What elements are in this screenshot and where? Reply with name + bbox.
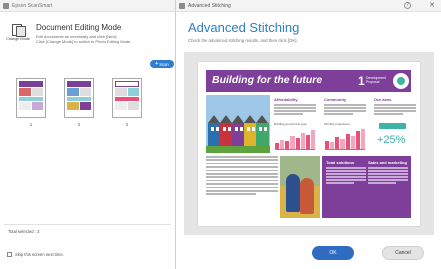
total-selected-label: Total selected : 3 — [8, 229, 40, 234]
scan-button-label: Scan — [159, 61, 169, 67]
house — [256, 115, 269, 147]
mode-header: Change Mode Document Editing Mode Edit d… — [6, 20, 171, 54]
doc-chart-bar — [335, 137, 340, 149]
page-thumbnail[interactable] — [112, 78, 142, 118]
doc-chart-bar — [305, 134, 310, 149]
doc-chart-bar — [345, 134, 350, 149]
doc-chart-bar — [295, 138, 300, 149]
thumbnail-list: 1 2 2 — [16, 78, 166, 130]
skip-screen-option[interactable]: Skip this screen next time. — [7, 252, 64, 257]
doc-chart-bar — [350, 135, 355, 149]
doc-chart-bar — [325, 140, 330, 149]
dialog-instructions: Check the advanced stitching results, an… — [188, 38, 298, 43]
plus-icon: + — [155, 61, 159, 67]
doc-stat-pill — [379, 123, 406, 129]
thumbnail-number: 1 — [29, 122, 33, 127]
doc-chart-title: Building growth this year — [274, 122, 307, 126]
dialog-heading: Advanced Stitching — [188, 20, 300, 35]
skip-checkbox[interactable] — [7, 252, 12, 257]
app-icon — [179, 2, 185, 9]
doc-column-community: Community — [324, 97, 366, 116]
doc-column-heading: Community — [324, 97, 346, 102]
scan-button[interactable]: + Scan — [150, 60, 174, 68]
doc-houses-photo — [206, 95, 270, 153]
mode-title: Document Editing Mode — [36, 23, 122, 32]
doc-panel-heading: Total solutions — [326, 160, 355, 165]
mode-description: Edit documents as necessary and click [N… — [36, 34, 171, 44]
doc-chart-bar — [355, 131, 360, 149]
doc-stat-value: +25% — [377, 134, 406, 146]
doc-banner-label: Development Proposal — [366, 76, 390, 85]
app-icon — [3, 2, 9, 9]
stitched-document-preview: Building for the future 1 Development Pr… — [198, 62, 420, 226]
divider — [4, 224, 171, 225]
doc-panel-heading: Sales and marketing — [368, 160, 407, 165]
change-mode-button[interactable]: Change Mode — [6, 20, 30, 52]
dialog-title-bar: Advanced Stitching ? ✕ — [176, 0, 441, 12]
thumbnail-number: 2 — [125, 122, 129, 127]
doc-chart-title: Monthly projections — [324, 122, 350, 126]
doc-chart-bars — [275, 128, 315, 150]
doc-column-heading: Affordability — [274, 97, 298, 102]
ok-button[interactable]: OK — [312, 246, 354, 260]
document-mode-icon — [11, 23, 26, 37]
doc-column-affordability: Affordability — [274, 97, 316, 116]
doc-chart-bars — [325, 128, 365, 150]
doc-stat-box: +25% — [374, 122, 411, 152]
doc-chart-bar — [290, 136, 295, 149]
doc-chart-bar — [310, 130, 315, 149]
doc-banner-title: Building for the future — [212, 74, 323, 86]
change-mode-label: Change Mode — [6, 37, 30, 41]
doc-chart-bar — [340, 138, 345, 149]
doc-people-photo — [280, 156, 320, 218]
thumbnail-number: 2 — [77, 122, 81, 127]
stitch-preview-area: Building for the future 1 Development Pr… — [184, 52, 434, 235]
doc-chart-bar — [275, 142, 280, 149]
skip-label: Skip this screen next time. — [15, 252, 64, 257]
doc-bar-chart-1: Building growth this year — [274, 122, 316, 152]
doc-chart-bar — [360, 129, 365, 149]
doc-bottom-section: Total solutions Sales and marketing — [206, 156, 411, 218]
page-thumbnail[interactable] — [16, 78, 46, 118]
doc-column-aims: Our aims — [374, 97, 416, 116]
page-thumbnail[interactable] — [64, 78, 94, 118]
left-title-bar: Epson ScanSmart — [0, 0, 175, 12]
doc-banner: Building for the future 1 Development Pr… — [206, 70, 411, 92]
doc-panel-column: Sales and marketing — [368, 160, 408, 185]
help-icon[interactable]: ? — [404, 2, 411, 9]
left-window-title: Epson ScanSmart — [12, 2, 53, 9]
doc-panel-column: Total solutions — [326, 160, 366, 185]
doc-logo — [393, 73, 409, 89]
doc-banner-label-line-2: Proposal — [366, 80, 380, 85]
doc-purple-panel: Total solutions Sales and marketing — [322, 156, 411, 218]
doc-body-text — [206, 156, 278, 197]
doc-chart-bar — [300, 133, 305, 149]
doc-chart-bar — [280, 139, 285, 149]
doc-banner-number: 1 — [358, 74, 365, 88]
dialog-title: Advanced Stitching — [188, 2, 231, 9]
doc-bar-chart-2: Monthly projections — [324, 122, 366, 152]
doc-chart-bar — [285, 141, 290, 149]
mode-desc-line-2: Click [Change Mode] to switch to Photo E… — [36, 39, 132, 45]
doc-column-heading: Our aims — [374, 97, 392, 102]
cancel-button[interactable]: Cancel — [382, 246, 424, 260]
close-icon[interactable]: ✕ — [429, 1, 435, 10]
scansmart-window: Epson ScanSmart Change Mode Document Edi… — [0, 0, 176, 269]
doc-chart-bar — [330, 141, 335, 149]
advanced-stitching-dialog: Advanced Stitching ? ✕ Advanced Stitchin… — [176, 0, 441, 269]
